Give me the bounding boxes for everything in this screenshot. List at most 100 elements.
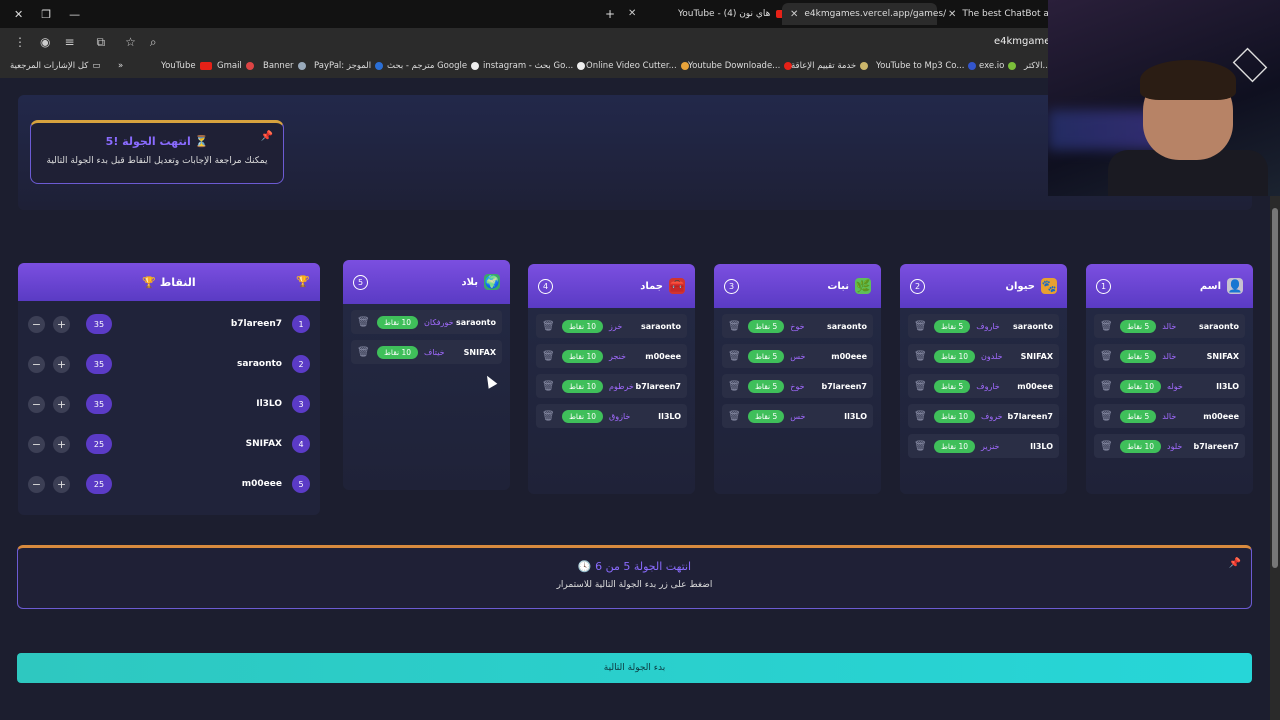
minus-button[interactable]: − bbox=[28, 435, 45, 453]
answer-text: خرز bbox=[609, 321, 623, 331]
minus-button[interactable]: − bbox=[28, 475, 45, 493]
points-toggle[interactable]: 5 نقاط bbox=[1120, 319, 1157, 333]
plus-button[interactable]: + bbox=[53, 435, 70, 453]
trash-icon[interactable]: 🗑 bbox=[357, 317, 371, 328]
tab-e4kmgames[interactable]: ✕ e4kmgames.vercel.app/games/ bbox=[782, 3, 946, 25]
player-name: Il3LO bbox=[844, 411, 867, 421]
media-icon[interactable]: ≡ bbox=[64, 35, 74, 49]
plus-button[interactable]: + bbox=[53, 395, 70, 413]
points-toggle[interactable]: 10 نقاط bbox=[377, 315, 419, 329]
trash-icon[interactable]: 🗑 bbox=[542, 351, 556, 362]
player-name: SNIFAX bbox=[1020, 351, 1053, 361]
bookmark-more[interactable]: الاكثر... bbox=[1024, 61, 1051, 71]
trash-icon[interactable]: 🗑 bbox=[728, 351, 742, 362]
bookmark-gmail[interactable]: Gmail bbox=[217, 61, 254, 71]
bookmark-translate[interactable]: مترجم - بحث Google bbox=[387, 61, 480, 71]
gmail-icon bbox=[245, 62, 254, 70]
player-name: Il3LO bbox=[1216, 381, 1239, 391]
points-toggle[interactable]: 5 نقاط bbox=[1120, 349, 1157, 363]
bookmark-exeio[interactable]: exe.io bbox=[979, 61, 1017, 71]
points-toggle[interactable]: 5 نقاط bbox=[934, 379, 971, 393]
search-icon[interactable]: ⌕ bbox=[150, 35, 157, 50]
profile-icon[interactable]: ◉ bbox=[40, 35, 50, 49]
trash-icon[interactable]: 🗑 bbox=[1100, 381, 1114, 392]
bookmark-paypal[interactable]: PayPal: الموجز bbox=[314, 61, 384, 71]
answer-text: خوخ bbox=[790, 381, 805, 391]
restore-window-icon[interactable]: ❐ bbox=[41, 8, 51, 21]
minus-button[interactable]: − bbox=[28, 395, 45, 413]
trash-icon[interactable]: 🗑 bbox=[1100, 351, 1114, 362]
points-toggle[interactable]: 10 نقاط bbox=[934, 409, 976, 423]
points-toggle[interactable]: 5 نقاط bbox=[748, 409, 785, 423]
player-name: saraonto bbox=[455, 317, 496, 327]
category-title: 🌍 بلاد bbox=[462, 274, 500, 290]
trash-icon[interactable]: 🗑 bbox=[728, 411, 742, 422]
bookmark-star-icon[interactable]: ☆ bbox=[125, 35, 136, 49]
trash-icon[interactable]: 🗑 bbox=[1100, 441, 1114, 452]
scoreboard: 🏆 النقاط 🏆 − +35 b7lareen7 1− +35 saraonto 2− +… bbox=[18, 263, 320, 515]
plus-button[interactable]: + bbox=[53, 355, 70, 373]
bookmark-ytmp3[interactable]: YouTube to Mp3 Co... bbox=[876, 61, 977, 71]
points-toggle[interactable]: 10 نقاط bbox=[934, 439, 976, 453]
points-toggle[interactable]: 10 نقاط bbox=[562, 409, 604, 423]
trash-icon[interactable]: 🗑 bbox=[542, 411, 556, 422]
trash-icon[interactable]: 🗑 bbox=[1100, 321, 1114, 332]
trash-icon[interactable]: 🗑 bbox=[1100, 411, 1114, 422]
points-toggle[interactable]: 10 نقاط bbox=[1120, 379, 1162, 393]
points-toggle[interactable]: 10 نقاط bbox=[1120, 439, 1162, 453]
trash-icon[interactable]: 🗑 bbox=[914, 321, 928, 332]
answer-text: خاروف bbox=[976, 321, 1000, 331]
trash-icon[interactable]: 🗑 bbox=[914, 411, 928, 422]
trash-icon[interactable]: 🗑 bbox=[914, 351, 928, 362]
minus-button[interactable]: − bbox=[28, 355, 45, 373]
points-toggle[interactable]: 10 نقاط bbox=[934, 349, 976, 363]
trash-icon[interactable]: 🗑 bbox=[914, 381, 928, 392]
points-toggle[interactable]: 10 نقاط bbox=[562, 349, 604, 363]
points-toggle[interactable]: 10 نقاط bbox=[562, 379, 604, 393]
extensions-icon[interactable]: ⧉ bbox=[97, 35, 106, 50]
menu-dots-icon[interactable]: ⋮ bbox=[14, 35, 26, 49]
answer-text: خوله bbox=[1167, 381, 1183, 391]
bookmark-label: Online Video Cutter... bbox=[586, 61, 677, 71]
bookmark-all[interactable]: كل الإشارات المرجعية ▭ bbox=[10, 61, 100, 71]
points-toggle[interactable]: 5 نقاط bbox=[748, 379, 785, 393]
plus-button[interactable]: + bbox=[53, 475, 70, 493]
chevron-icon[interactable]: » bbox=[118, 61, 123, 71]
trash-icon[interactable]: 🗑 bbox=[542, 381, 556, 392]
points-toggle[interactable]: 5 نقاط bbox=[934, 319, 971, 333]
bookmark-videocutter[interactable]: Online Video Cutter... bbox=[586, 61, 689, 71]
bookmark-label: YouTube to Mp3 Co... bbox=[876, 61, 965, 71]
minimize-window-icon[interactable]: — bbox=[69, 8, 80, 21]
points-toggle[interactable]: 10 نقاط bbox=[377, 345, 419, 359]
trash-icon[interactable]: 🗑 bbox=[728, 381, 742, 392]
tab-youtube[interactable]: YouTube - هاي نون (4) bbox=[670, 3, 796, 25]
new-tab-icon[interactable]: + bbox=[605, 7, 615, 21]
answer-entry: 🗑 10 نقاط خلدون SNIFAX bbox=[908, 344, 1059, 368]
player-name: saraonto bbox=[640, 321, 681, 331]
bookmark-banner[interactable]: Banner bbox=[263, 61, 306, 71]
bookmark-instagram[interactable]: instagram - بحث Go... bbox=[483, 61, 586, 71]
category-number: 4 bbox=[538, 278, 553, 294]
bookmark-disability[interactable]: خدمة تقييم الإعاقة bbox=[791, 61, 869, 71]
points-toggle[interactable]: 5 نقاط bbox=[748, 349, 785, 363]
tab-close-icon[interactable]: ✕ bbox=[948, 9, 956, 20]
next-round-button[interactable]: بدء الجولة التالية bbox=[17, 653, 1252, 683]
trash-icon[interactable]: 🗑 bbox=[728, 321, 742, 332]
bookmark-youtube[interactable]: YouTube bbox=[161, 61, 212, 71]
tab-close-icon[interactable]: ✕ bbox=[628, 8, 636, 19]
minus-button[interactable]: − bbox=[28, 315, 45, 333]
scrollbar-thumb[interactable] bbox=[1272, 208, 1278, 568]
points-toggle[interactable]: 5 نقاط bbox=[748, 319, 785, 333]
trash-icon[interactable]: 🗑 bbox=[914, 441, 928, 452]
round-finished-subtitle: يمكنك مراجعة الإجابات وتعديل النقاط قبل … bbox=[46, 156, 268, 166]
close-window-icon[interactable]: ✕ bbox=[14, 8, 23, 21]
answer-entry: 🗑 5 نقاط خوخ b7lareen7 bbox=[722, 374, 873, 398]
trash-icon[interactable]: 🗑 bbox=[357, 347, 371, 358]
bookmark-ytdownloader[interactable]: Youtube Downloade... bbox=[688, 61, 793, 71]
trash-icon[interactable]: 🗑 bbox=[542, 321, 556, 332]
plus-button[interactable]: + bbox=[53, 315, 70, 333]
answer-entry: 🗑 5 نقاط خالد m00eee bbox=[1094, 404, 1245, 428]
points-toggle[interactable]: 5 نقاط bbox=[1120, 409, 1157, 423]
points-toggle[interactable]: 10 نقاط bbox=[562, 319, 604, 333]
tab-close-icon[interactable]: ✕ bbox=[790, 9, 798, 20]
